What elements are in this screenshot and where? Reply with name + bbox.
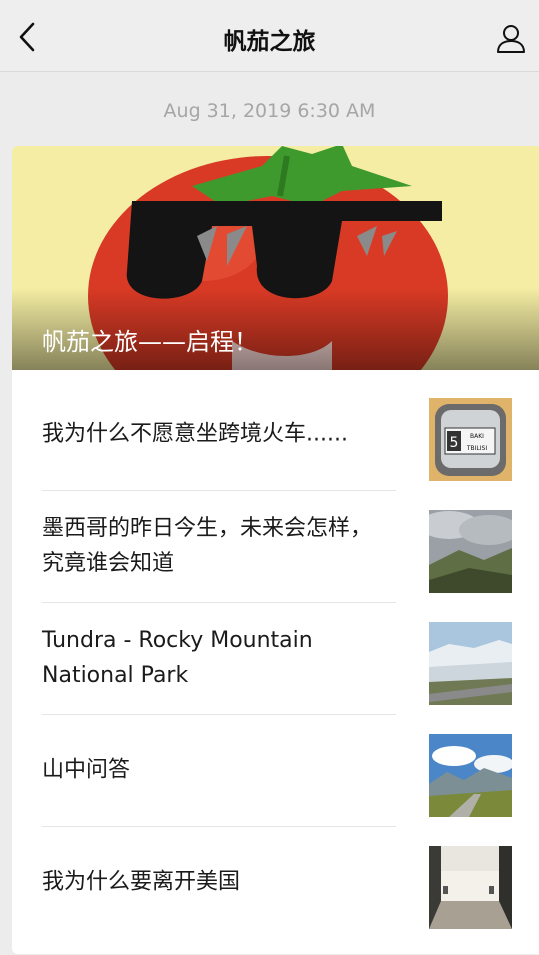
article-thumbnail-courtyard: [429, 846, 512, 929]
article-item[interactable]: Tundra - Rocky Mountain National Park: [42, 602, 512, 714]
svg-text:TBILISI: TBILISI: [466, 445, 487, 452]
svg-text:BAKI: BAKI: [470, 433, 484, 440]
page-title: 帆茄之旅: [223, 29, 316, 55]
article-thumbnail-mountains: [429, 510, 512, 593]
article-title: 墨西哥的昨日今生，未来会怎样，究竟谁会知道: [42, 516, 373, 576]
article-thumbnail-valley: [429, 734, 512, 817]
cover-article[interactable]: 帆茄之旅——启程！: [12, 146, 539, 370]
article-title: 我为什么要离开美国: [42, 869, 241, 895]
person-icon: [497, 25, 525, 53]
article-item[interactable]: 山中问答: [42, 714, 512, 826]
article-card: 帆茄之旅——启程！ 我为什么不愿意坐跨境火车...... 5 BAKI TBIL…: [12, 146, 539, 954]
article-thumbnail-snow-road: [429, 622, 512, 705]
top-navigation-bar: 帆茄之旅: [0, 0, 539, 72]
article-item[interactable]: 墨西哥的昨日今生，未来会怎样，究竟谁会知道: [42, 490, 512, 602]
profile-button[interactable]: [491, 18, 531, 58]
cover-title: 帆茄之旅——启程！: [42, 328, 258, 356]
article-title: 我为什么不愿意坐跨境火车......: [42, 421, 348, 447]
article-thumbnail-train: 5 BAKI TBILISI: [429, 398, 512, 481]
article-item[interactable]: 我为什么要离开美国: [42, 826, 512, 938]
svg-text:5: 5: [450, 435, 459, 451]
message-timestamp: Aug 31, 2019 6:30 AM: [163, 100, 376, 122]
article-title: 山中问答: [42, 757, 131, 783]
article-title: Tundra - Rocky Mountain National Park: [42, 628, 313, 688]
article-item[interactable]: 我为什么不愿意坐跨境火车...... 5 BAKI TBILISI: [42, 378, 512, 490]
